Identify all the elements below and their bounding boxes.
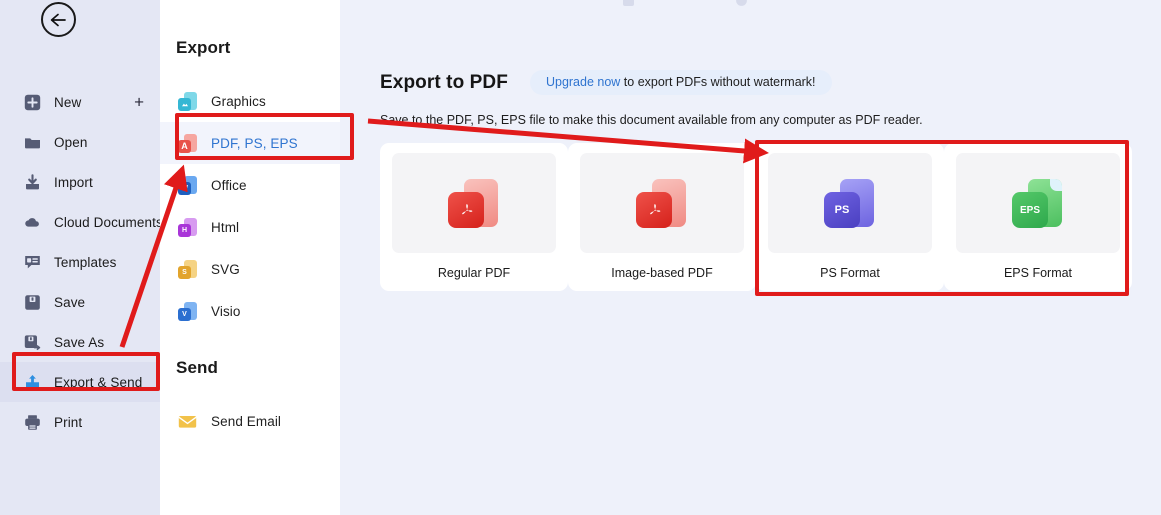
export-option-visio[interactable]: V Visio	[160, 290, 340, 332]
sidebar-item-save-as[interactable]: Save As	[0, 322, 160, 362]
send-section-title: Send	[176, 358, 218, 377]
cloud-icon	[24, 214, 41, 231]
sidebar-item-label: Save	[54, 294, 86, 310]
pdf-format-icon	[448, 176, 500, 230]
send-options-list: Send Email	[160, 400, 340, 442]
send-option-send-email[interactable]: Send Email	[160, 400, 340, 442]
sidebar-item-save[interactable]: Save	[0, 282, 160, 322]
ps-format-icon: PS	[824, 176, 876, 230]
export-option-html[interactable]: H Html	[160, 206, 340, 248]
sidebar-item-label: Save As	[54, 334, 105, 350]
sidebar-item-label: Cloud Documents	[54, 214, 163, 230]
back-button[interactable]	[41, 2, 76, 37]
eps-format-icon: EPS	[1012, 176, 1064, 230]
top-ghost-icon-1	[622, 0, 635, 7]
format-card-ps-format[interactable]: PS PS Format	[756, 143, 944, 291]
top-ghost-icon-2	[735, 0, 748, 7]
save-floppy-icon	[24, 294, 41, 311]
export-option-pdf-ps-eps[interactable]: A PDF, PS, EPS	[160, 122, 340, 164]
pdf-file-icon: A	[178, 133, 197, 154]
templates-icon	[24, 254, 41, 271]
new-plus-icon[interactable]: +	[134, 94, 144, 111]
save-as-icon	[24, 334, 41, 351]
format-card-grid: Regular PDF Image-based PDF PS PS Format…	[380, 143, 1132, 291]
format-card-eps-format[interactable]: EPS EPS Format	[944, 143, 1132, 291]
application-window: New + Open Import Cloud Documents Templa…	[0, 0, 1161, 515]
sidebar-menu: New + Open Import Cloud Documents Templa…	[0, 82, 163, 442]
sidebar-item-import[interactable]: Import	[0, 162, 160, 202]
graphics-file-icon	[178, 91, 197, 112]
import-icon	[24, 173, 41, 191]
sidebar-item-label: Import	[54, 174, 93, 190]
sidebar-item-cloud-documents[interactable]: Cloud Documents	[0, 202, 163, 242]
format-card-label: Image-based PDF	[611, 266, 713, 280]
envelope-icon	[178, 411, 197, 432]
format-card-regular-pdf[interactable]: Regular PDF	[380, 143, 568, 291]
left-sidebar: New + Open Import Cloud Documents Templa…	[0, 0, 163, 515]
page-title: Export to PDF	[380, 71, 508, 93]
export-option-office[interactable]: W Office	[160, 164, 340, 206]
format-card-thumbnail: EPS	[956, 153, 1120, 253]
export-option-svg[interactable]: S SVG	[160, 248, 340, 290]
export-send-icon	[24, 374, 41, 391]
office-word-icon: W	[178, 175, 197, 196]
export-middle-panel: Export Graphics A PDF, PS, EPS W Office …	[160, 0, 340, 515]
export-options-list: Graphics A PDF, PS, EPS W Office H Html …	[160, 80, 340, 332]
export-option-label: Graphics	[211, 93, 266, 109]
sidebar-item-label: Print	[54, 414, 83, 430]
sidebar-item-templates[interactable]: Templates	[0, 242, 160, 282]
upgrade-banner[interactable]: Upgrade now to export PDFs without water…	[529, 70, 832, 95]
export-option-label: PDF, PS, EPS	[211, 135, 298, 151]
export-option-label: SVG	[211, 261, 240, 277]
export-option-label: Office	[211, 177, 247, 193]
format-card-thumbnail	[392, 153, 556, 253]
upgrade-banner-text: to export PDFs without watermark!	[620, 75, 816, 89]
sidebar-item-label: Templates	[54, 254, 117, 270]
format-card-label: EPS Format	[1003, 266, 1073, 280]
page-subtitle: Save to the PDF, PS, EPS file to make th…	[380, 113, 923, 127]
main-content: Export to PDF Upgrade now to export PDFs…	[340, 0, 1161, 515]
sidebar-item-new[interactable]: New +	[0, 82, 160, 122]
visio-file-icon: V	[178, 301, 197, 322]
main-header: Export to PDF Upgrade now to export PDFs…	[380, 70, 832, 95]
pdf-format-icon	[636, 176, 688, 230]
format-card-image-based-pdf[interactable]: Image-based PDF	[568, 143, 756, 291]
format-card-thumbnail: PS	[768, 153, 932, 253]
new-icon	[24, 94, 41, 111]
sidebar-item-label: Open	[54, 134, 88, 150]
format-card-label: PS Format	[820, 266, 880, 280]
sidebar-item-label: New	[54, 94, 82, 110]
html-file-icon: H	[178, 217, 197, 238]
upgrade-now-link[interactable]: Upgrade now	[546, 75, 620, 89]
export-option-label: Visio	[211, 303, 241, 319]
format-card-label: Regular PDF	[437, 266, 511, 280]
folder-icon	[24, 134, 41, 151]
export-option-label: Html	[211, 219, 240, 235]
back-arrow-icon	[49, 12, 68, 28]
sidebar-item-open[interactable]: Open	[0, 122, 160, 162]
format-card-thumbnail	[580, 153, 744, 253]
export-option-graphics[interactable]: Graphics	[160, 80, 340, 122]
sidebar-item-label: Export & Send	[54, 374, 143, 390]
sidebar-item-print[interactable]: Print	[0, 402, 160, 442]
printer-icon	[24, 414, 41, 431]
send-option-label: Send Email	[211, 413, 282, 429]
svg-file-icon: S	[178, 259, 197, 280]
sidebar-item-export-send[interactable]: Export & Send	[0, 362, 160, 402]
export-section-title: Export	[176, 38, 231, 57]
